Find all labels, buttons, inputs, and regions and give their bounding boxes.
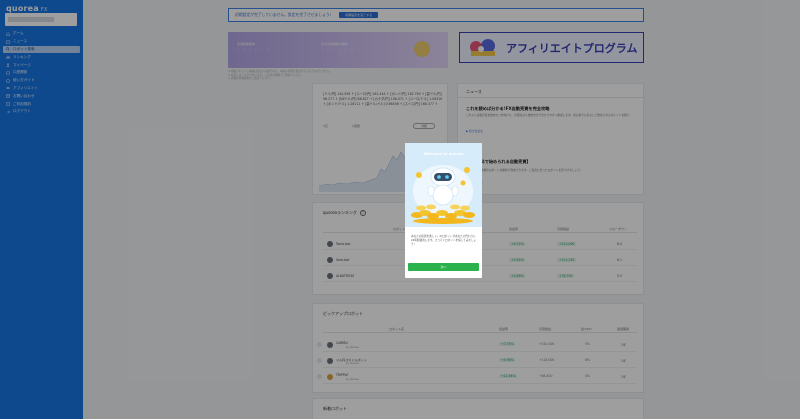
modal-welcome-text: Welcome to quorea — [423, 152, 464, 156]
welcome-illustration: Welcome to quorea — [405, 143, 482, 227]
modal-description: あなたの投資を楽しく。AIロボットがあなたの代わりに24時間運用します。さっそく… — [411, 235, 477, 246]
next-button[interactable]: 次へ — [408, 263, 479, 271]
welcome-modal: Welcome to quorea あなたの投資を楽しく。AIロボットがあなたの… — [405, 143, 482, 278]
modal-backdrop[interactable] — [0, 0, 800, 419]
